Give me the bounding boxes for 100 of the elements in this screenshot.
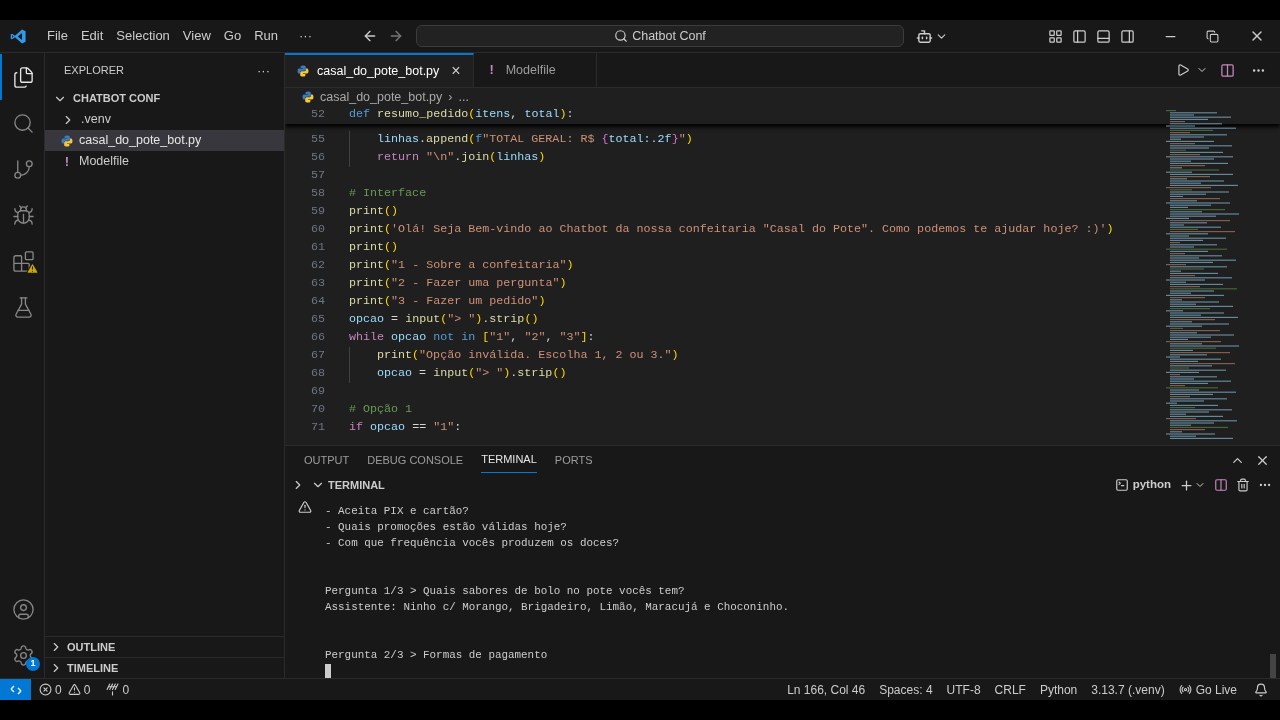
problems-button[interactable]: 0 0 [39, 680, 91, 699]
shell-button[interactable]: python [1114, 476, 1171, 494]
line-number: 62 [309, 257, 325, 275]
line-number: 63 [309, 275, 325, 293]
line-number: 57 [309, 167, 325, 185]
terminal-icon [1114, 478, 1129, 492]
robot-icon[interactable] [916, 27, 933, 45]
menu-item[interactable]: Selection [110, 26, 176, 46]
panel-tab[interactable]: OUTPUT [304, 447, 350, 473]
menu-item[interactable]: Run [248, 26, 284, 46]
code-line: print("3 - Fazer um pedido") [349, 293, 546, 311]
status-item[interactable]: Go Live [1178, 680, 1237, 699]
layout-icon[interactable] [1048, 28, 1063, 44]
app-logo-icon [10, 27, 27, 45]
code-line: print() [349, 203, 399, 221]
section-title: TERMINAL [328, 477, 385, 493]
section-title: TIMELINE [67, 660, 119, 676]
tree-item[interactable]: ! Modelfile [45, 151, 284, 172]
status-item[interactable]: UTF-8 [946, 680, 981, 699]
shell-label: python [1132, 477, 1171, 493]
menu-item[interactable]: Go [217, 26, 248, 46]
more-menu[interactable]: ··· [291, 26, 320, 46]
terminal-line: - Com que frequência vocês produzem os doces? [325, 536, 620, 551]
split-terminal-icon[interactable] [1214, 478, 1228, 492]
breadcrumb-item[interactable]: ... [458, 87, 469, 107]
tree-label: casal_do_pote_bot.py [79, 132, 202, 150]
status-item[interactable]: 3.13.7 (.venv) [1091, 680, 1165, 699]
search-icon [11, 111, 35, 135]
menu-item[interactable]: File [41, 26, 74, 46]
tab-label: casal_do_pote_bot.py [317, 62, 440, 80]
status-item[interactable]: Python [1039, 680, 1078, 699]
run-icon[interactable] [1176, 63, 1190, 77]
breadcrumb-item[interactable]: casal_do_pote_bot.py [320, 87, 443, 107]
line-number: 61 [309, 239, 325, 257]
terminal-cursor [325, 664, 331, 678]
line-number: 68 [309, 365, 325, 383]
new-terminal-icon[interactable] [1179, 477, 1194, 493]
exclamation-icon: ! [61, 151, 73, 172]
remote-icon [9, 683, 22, 696]
search-icon [614, 29, 629, 43]
bug-icon [11, 203, 35, 227]
line-number: 69 [309, 383, 325, 401]
close-button[interactable]: × [451, 63, 461, 79]
tab-label: Modelfile [505, 61, 556, 79]
more-button[interactable]: ··· [257, 60, 270, 81]
code-line: print("1 - Sobre a confeitaria") [349, 257, 574, 275]
code-line: opcao = input("> ").strip() [377, 365, 567, 383]
panel-tab[interactable]: TERMINAL [481, 447, 537, 473]
python-file-icon [297, 65, 309, 77]
ports-button[interactable]: 0 [106, 680, 130, 699]
back-icon[interactable] [362, 28, 378, 44]
code-line: linhas.append(f"TOTAL GERAL: R$ {total:.2f}") [377, 131, 693, 149]
status-item[interactable]: CRLF [994, 680, 1026, 699]
section-title: OUTLINE [67, 639, 116, 655]
line-number: 58 [309, 185, 325, 203]
tree-label: CHATBOT CONF [73, 91, 161, 107]
line-number: 64 [309, 293, 325, 311]
terminal-section-header[interactable]: TERMINAL [311, 476, 385, 494]
account-icon [11, 597, 35, 621]
editor-tab[interactable]: ! Modelfile [473, 53, 597, 87]
tree-item[interactable]: .venv [45, 109, 284, 130]
split-editor-icon[interactable] [1220, 62, 1235, 78]
command-search[interactable]: Chatbot Conf [416, 25, 904, 47]
breadcrumb-item[interactable]: › [448, 87, 453, 107]
panel-toggle-icon[interactable] [1096, 28, 1111, 44]
search-text: Chatbot Conf [632, 27, 706, 45]
python-file-icon [61, 134, 73, 147]
activity-item[interactable]: 1 [0, 632, 44, 678]
code-line: print('Olá! Seja Bem-vindo ao Chatbot da nossa confeitaria "Casal do Pote". Como podemos te ajudar hoje? :)') [349, 221, 1114, 239]
terminal-line: - Aceita PIX e cartão? [325, 504, 469, 519]
notification-badge: 1 [26, 657, 40, 671]
code-line: # Interface [349, 185, 427, 203]
editor-tab[interactable]: casal_do_pote_bot.py × [285, 53, 474, 87]
broadcast-icon [1178, 683, 1192, 696]
line-number: 70 [309, 401, 325, 419]
sidebar-toggle-icon[interactable] [1072, 28, 1087, 44]
section-header[interactable]: OUTLINE [45, 636, 284, 657]
restore-icon[interactable] [1206, 29, 1219, 43]
menu-item[interactable]: View [176, 26, 217, 46]
terminal-line: Pergunta 1/3 > Quais sabores de bolo no pote vocês tem? [325, 584, 685, 599]
forward-icon[interactable] [388, 28, 404, 44]
error-icon [39, 683, 52, 696]
tree-item[interactable]: CHATBOT CONF [45, 88, 284, 109]
files-icon [11, 65, 35, 89]
panel-tab[interactable]: DEBUG CONSOLE [367, 447, 464, 473]
secondary-sidebar-icon[interactable] [1120, 28, 1135, 44]
line-number: 56 [309, 149, 325, 167]
code-line: def resumo_pedido(itens, total): [349, 106, 574, 124]
bell-icon[interactable] [1254, 682, 1268, 697]
line-number: 52 [309, 106, 325, 124]
menu-item[interactable]: Edit [74, 26, 110, 46]
line-number: 71 [309, 419, 325, 437]
scrollbar-thumb[interactable] [1270, 654, 1276, 678]
status-item[interactable]: Spaces: 4 [879, 680, 933, 699]
python-file-icon [302, 91, 314, 103]
code-line: print() [349, 239, 399, 257]
trash-icon[interactable] [1236, 478, 1250, 492]
tree-item[interactable]: casal_do_pote_bot.py [45, 130, 284, 151]
status-item[interactable]: Ln 166, Col 46 [787, 680, 866, 699]
panel-tab[interactable]: PORTS [554, 447, 593, 473]
